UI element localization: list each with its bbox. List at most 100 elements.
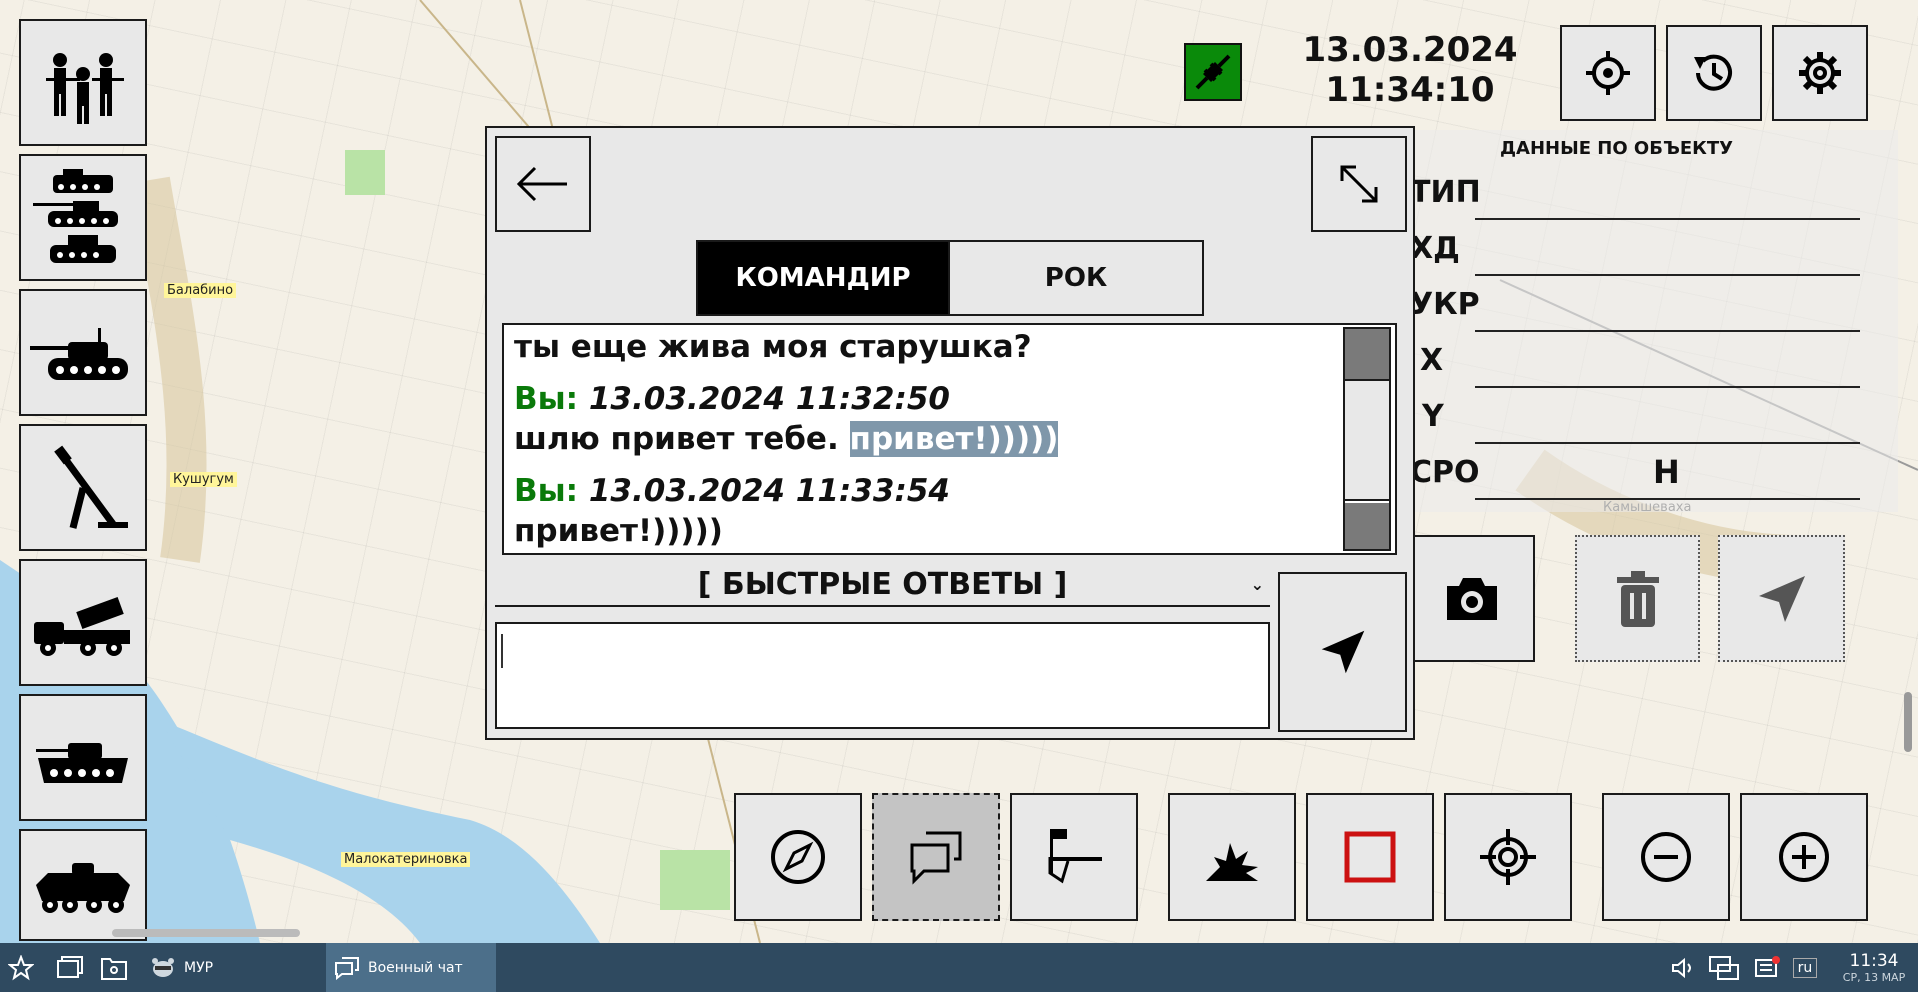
- map-horizontal-scrollbar[interactable]: [112, 929, 300, 937]
- unit-button-rocket-launcher[interactable]: [19, 559, 147, 686]
- os-taskbar: МУР Военный чат ru 11:34 СР, 13 МАР: [0, 943, 1918, 992]
- armored-vehicles-group-icon: [33, 168, 118, 263]
- map-vertical-scrollbar[interactable]: [1904, 692, 1912, 752]
- taskbar-app-mur[interactable]: МУР: [150, 943, 310, 992]
- message-timestamp: 13.03.2024 11:32:50: [588, 381, 950, 417]
- field-value-type: [1475, 218, 1860, 220]
- scroll-up-button[interactable]: [1345, 329, 1389, 381]
- taskbar-app-military-chat[interactable]: Военный чат: [326, 943, 496, 992]
- expand-button[interactable]: [1311, 136, 1407, 232]
- quick-replies-dropdown[interactable]: [ БЫСТРЫЕ ОТВЕТЫ ] ⌄: [495, 565, 1270, 607]
- arrow-left-icon: [516, 166, 567, 202]
- history-icon: [1694, 54, 1732, 91]
- plug-icon: [1195, 54, 1231, 90]
- trash-icon: [1616, 570, 1659, 627]
- chat-bubbles-icon: [910, 831, 962, 885]
- soldiers-group-icon: [46, 52, 124, 124]
- message-timestamp: 13.03.2024 11:33:54: [588, 473, 950, 509]
- field-label-x: X: [1420, 343, 1444, 378]
- volume-button[interactable]: [1670, 943, 1700, 992]
- network-button[interactable]: [1708, 943, 1744, 992]
- flag-ruler-icon: [1048, 829, 1102, 884]
- bmp-icon: [36, 742, 128, 783]
- target-crosshair-icon: [1480, 829, 1536, 885]
- mortar-icon: [54, 445, 128, 529]
- send-arrow-icon: [1758, 575, 1805, 622]
- settings-button[interactable]: [1772, 25, 1868, 121]
- locate-button[interactable]: [1560, 25, 1656, 121]
- expand-diagonal-icon: [1340, 165, 1378, 203]
- crosshair-locate-icon: [1586, 51, 1630, 95]
- folder-eye-icon: [101, 957, 127, 980]
- file-manager-button[interactable]: [100, 943, 130, 992]
- unit-button-bmp[interactable]: [19, 694, 147, 821]
- windows-switcher-button[interactable]: [56, 943, 86, 992]
- camera-icon: [1446, 577, 1497, 620]
- compass-button[interactable]: [734, 793, 862, 921]
- field-value-sro: Н: [1653, 453, 1680, 491]
- explosion-button[interactable]: [1168, 793, 1296, 921]
- history-button[interactable]: [1666, 25, 1762, 121]
- zoom-out-button[interactable]: [1602, 793, 1730, 921]
- scroll-down-button[interactable]: [1345, 503, 1389, 549]
- field-value-y: [1475, 442, 1860, 444]
- tab-rok[interactable]: РОК: [948, 240, 1204, 316]
- place-label: Кушугум: [170, 472, 237, 487]
- start-menu-button[interactable]: [8, 943, 38, 992]
- flag-measure-button[interactable]: [1010, 793, 1138, 921]
- send-object-button[interactable]: [1718, 535, 1845, 662]
- red-square-icon: [1344, 831, 1396, 883]
- windows-icon: [57, 955, 83, 978]
- camera-button[interactable]: [1408, 535, 1535, 662]
- unit-button-soldiers[interactable]: [19, 19, 147, 146]
- unit-button-btr[interactable]: [19, 829, 147, 941]
- area-square-button[interactable]: [1306, 793, 1434, 921]
- chat-bubbles-icon: [335, 956, 359, 980]
- message-list[interactable]: ты еще жива моя старушка? Вы: 13.03.2024…: [502, 323, 1397, 555]
- tank-icon: [30, 327, 128, 380]
- speaker-icon: [1672, 957, 1691, 978]
- zoom-in-button[interactable]: [1740, 793, 1868, 921]
- unit-button-mortar[interactable]: [19, 424, 147, 551]
- message-scrollbar[interactable]: [1343, 327, 1391, 551]
- chat-button[interactable]: [872, 793, 1000, 921]
- back-button[interactable]: [495, 136, 591, 232]
- text-cursor: [501, 634, 503, 668]
- field-area: [345, 150, 385, 195]
- current-date: 13.03.2024: [1302, 30, 1518, 70]
- field-value-ukr: [1475, 330, 1860, 332]
- field-value-hd: [1475, 274, 1860, 276]
- selected-text: привет!))))): [849, 421, 1059, 457]
- taskbar-app-label: Военный чат: [368, 959, 463, 976]
- taskbar-clock[interactable]: 11:34 СР, 13 МАР: [1834, 943, 1914, 992]
- tab-komandir[interactable]: КОМАНДИР: [696, 240, 950, 316]
- message-body: шлю привет тебе.: [514, 421, 850, 457]
- field-value-x: [1475, 386, 1860, 388]
- field-area: [660, 850, 730, 910]
- language-indicator[interactable]: ru: [1790, 943, 1820, 992]
- message-text: шлю привет тебе. привет!))))): [514, 419, 1344, 459]
- field-underline-sro: [1475, 498, 1860, 500]
- notifications-icon: [1755, 955, 1780, 977]
- field-label-y: Y: [1422, 399, 1444, 434]
- connection-status[interactable]: [1184, 43, 1242, 101]
- field-label-sro: СРО: [1410, 455, 1480, 490]
- object-panel-title: ДАННЫЕ ПО ОБЪЕКТУ: [1500, 138, 1734, 159]
- delete-button[interactable]: [1575, 535, 1700, 662]
- zoom-in-icon: [1779, 832, 1829, 882]
- field-label-type: ТИП: [1410, 175, 1481, 210]
- raccoon-app-icon: [152, 957, 174, 977]
- send-message-button[interactable]: [1278, 572, 1407, 732]
- chat-window: КОМАНДИР РОК ты еще жива моя старушка? В…: [485, 126, 1415, 740]
- btr-icon: [36, 863, 130, 913]
- unit-button-armored-vehicles[interactable]: [19, 154, 147, 281]
- message-text: привет!))))): [514, 513, 723, 549]
- message-sender: Вы:: [514, 381, 579, 417]
- unit-button-tank[interactable]: [19, 289, 147, 416]
- explosion-icon: [1206, 843, 1258, 881]
- taskbar-date: СР, 13 МАР: [1842, 971, 1906, 984]
- message-input[interactable]: [495, 622, 1270, 729]
- notifications-button[interactable]: [1754, 943, 1784, 992]
- place-label: Балабино: [164, 283, 237, 298]
- target-button[interactable]: [1444, 793, 1572, 921]
